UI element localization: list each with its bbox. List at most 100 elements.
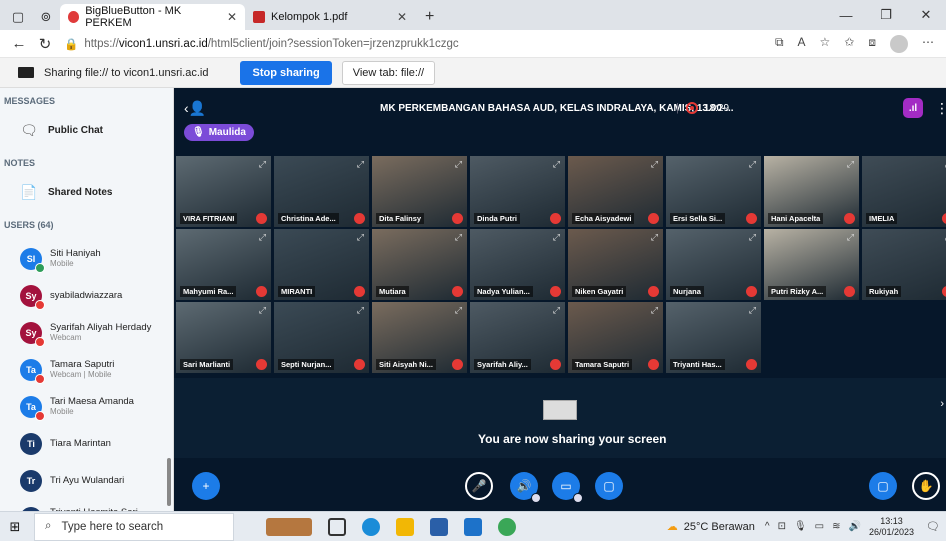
back-arrow-icon[interactable]: ← [6, 35, 32, 52]
tab-bigbluebutton[interactable]: BigBlueButton - MK PERKEM ✕ [60, 4, 245, 30]
participant-video-tile[interactable]: ⤢ Septi Nurjan... [273, 301, 370, 374]
participant-video-tile[interactable]: ⤢ Tamara Saputri [567, 301, 664, 374]
audio-menu-icon[interactable] [531, 493, 541, 503]
new-tab-icon[interactable]: + [415, 4, 444, 30]
participant-video-tile[interactable]: ⤢ Siti Aisyah Ni... [371, 301, 468, 374]
user-list-item[interactable]: Ta Tari Maesa Amanda Mobile [0, 388, 173, 425]
participant-video-tile[interactable]: ⤢ Sari Marlianti [175, 301, 272, 374]
network-icon[interactable]: ⊡ [778, 521, 786, 532]
fullscreen-icon[interactable]: ⤢ [553, 232, 560, 243]
recording-icon[interactable] [686, 102, 698, 114]
notifications-icon[interactable]: 🗨 [920, 520, 946, 533]
participant-name[interactable]: Rukiyah [866, 286, 902, 297]
participant-name[interactable]: Mahyumi Ra... [180, 286, 237, 297]
participant-video-tile[interactable]: ⤢ Echa Aisyadewi [567, 155, 664, 228]
fullscreen-icon[interactable]: ⤢ [259, 159, 266, 170]
participant-video-tile[interactable]: ⤢ Niken Gayatri [567, 228, 664, 301]
favorites-list-icon[interactable]: ✩ [844, 35, 854, 53]
file-explorer-icon[interactable] [396, 517, 414, 536]
task-view-icon[interactable] [328, 517, 346, 536]
user-list-item[interactable]: TrTriyanti Hasmita SariWebcam | Mobile [0, 499, 173, 511]
tab-kelompok-pdf[interactable]: Kelompok 1.pdf ✕ [245, 4, 415, 30]
participant-video-tile[interactable]: ⤢ Nadya Yulian... [469, 228, 566, 301]
close-tab-icon[interactable]: ✕ [397, 10, 407, 24]
mute-microphone-button[interactable]: 🎤 [465, 472, 493, 500]
collapse-arrow-icon[interactable]: › [940, 398, 944, 410]
url-field[interactable]: 🔒 https://vicon1.unsri.ac.id/html5client… [64, 37, 775, 51]
connection-status-icon[interactable]: .ıl [903, 98, 923, 118]
participant-video-tile[interactable]: ⤢ Mahyumi Ra... [175, 228, 272, 301]
participant-name[interactable]: Nurjana [670, 286, 704, 297]
view-tab-button[interactable]: View tab: file:// [341, 60, 436, 85]
taskbar-clock[interactable]: 13:13 26/01/2023 [869, 516, 914, 538]
user-list-item[interactable]: Ta Tamara Saputri Webcam | Mobile [0, 351, 173, 388]
user-list-item[interactable]: Ti Tiara Marintan [0, 425, 173, 462]
participant-video-tile[interactable]: ⤢ MIRANTI [273, 228, 370, 301]
participant-name[interactable]: Siti Aisyah Ni... [376, 359, 436, 370]
user-list-item[interactable]: SI Siti Haniyah Mobile [0, 240, 173, 277]
app-available-icon[interactable]: ⧉ [775, 35, 784, 53]
weather-widget[interactable]: ☁ 25°C Berawan [667, 520, 755, 534]
microphone-tray-icon[interactable]: 🎙 [794, 521, 807, 532]
participant-name[interactable]: Syarifah Aliy... [474, 359, 531, 370]
camera-menu-icon[interactable] [573, 493, 583, 503]
participant-video-tile[interactable]: ⤢ VIRA FITRIANI [175, 155, 272, 228]
participant-name[interactable]: Hani Apacelta [768, 213, 824, 224]
windows-start-icon[interactable]: ⊞ [0, 519, 30, 535]
store-icon[interactable] [430, 517, 448, 536]
fullscreen-icon[interactable]: ⤢ [455, 305, 462, 316]
participant-name[interactable]: Echa Aisyadewi [572, 213, 635, 224]
read-aloud-icon[interactable]: A [798, 35, 806, 53]
participant-name[interactable]: Putri Rizky A... [768, 286, 827, 297]
shared-notes-item[interactable]: 📄 Shared Notes [0, 172, 173, 212]
close-tab-icon[interactable]: ✕ [227, 10, 237, 24]
favorite-star-icon[interactable]: ☆ [820, 35, 831, 53]
participant-video-tile[interactable]: ⤢ Dinda Putri [469, 155, 566, 228]
profile-avatar[interactable] [890, 34, 908, 53]
participant-name[interactable]: Mutiara [376, 286, 409, 297]
user-list-toggle-icon[interactable]: ‹👤 [184, 100, 206, 117]
taskbar-news-icon[interactable] [266, 517, 312, 536]
participant-video-tile[interactable]: ⤢ Hani Apacelta [763, 155, 860, 228]
participant-name[interactable]: IMELIA [866, 213, 898, 224]
fullscreen-icon[interactable]: ⤢ [749, 159, 756, 170]
edge-browser-icon[interactable] [362, 517, 380, 536]
stop-sharing-button[interactable]: Stop sharing [240, 60, 332, 85]
public-chat-item[interactable]: 🗨 Public Chat [0, 110, 173, 150]
fullscreen-icon[interactable]: ⤢ [357, 159, 364, 170]
fullscreen-icon[interactable]: ⤢ [847, 232, 854, 243]
fullscreen-icon[interactable]: ⤢ [749, 232, 756, 243]
participant-video-tile[interactable]: ⤢IMELIA [861, 155, 946, 228]
taskbar-search-input[interactable]: ⌕ Type here to search [34, 512, 234, 541]
fullscreen-icon[interactable]: ⤢ [553, 305, 560, 316]
show-hidden-icons-icon[interactable]: ^ [765, 521, 770, 532]
participant-video-tile[interactable]: ⤢ Nurjana [665, 228, 762, 301]
wifi-icon[interactable]: ≋ [832, 521, 840, 532]
fullscreen-icon[interactable]: ⤢ [455, 159, 462, 170]
user-list-item[interactable]: Sy Syarifah Aliyah Herdady Webcam [0, 314, 173, 351]
participant-name[interactable]: Septi Nurjan... [278, 359, 335, 370]
fullscreen-icon[interactable]: ⤢ [847, 159, 854, 170]
camera-button[interactable]: ▭ [552, 472, 583, 503]
close-window-icon[interactable]: ✕ [906, 0, 946, 30]
fullscreen-icon[interactable]: ⤢ [651, 232, 658, 243]
fullscreen-icon[interactable]: ⤢ [651, 159, 658, 170]
workspaces-icon[interactable]: ⊚ [32, 4, 60, 30]
participant-name[interactable]: Triyanti Has... [670, 359, 725, 370]
fullscreen-icon[interactable]: ⤢ [259, 305, 266, 316]
participant-video-tile[interactable]: ⤢ Dita Falinsy [371, 155, 468, 228]
participant-name[interactable]: Nadya Yulian... [474, 286, 533, 297]
participant-name[interactable]: VIRA FITRIANI [180, 213, 238, 224]
participant-video-tile[interactable]: ⤢ Triyanti Has... [665, 301, 762, 374]
sidebar-scrollbar[interactable] [167, 458, 171, 506]
user-list-item[interactable]: Sy syabiladwiazzara [0, 277, 173, 314]
fullscreen-icon[interactable]: ⤢ [357, 232, 364, 243]
fullscreen-icon[interactable]: ⤢ [455, 232, 462, 243]
fullscreen-icon[interactable]: ⤢ [553, 159, 560, 170]
presenter-pill[interactable]: 🎙 Maulida [184, 124, 254, 141]
fullscreen-icon[interactable]: ⤢ [259, 232, 266, 243]
participant-name[interactable]: Christina Ade... [278, 213, 339, 224]
participant-name[interactable]: Dita Falinsy [376, 213, 425, 224]
share-screen-button[interactable]: ▢ [595, 472, 623, 500]
participant-name[interactable]: Niken Gayatri [572, 286, 627, 297]
